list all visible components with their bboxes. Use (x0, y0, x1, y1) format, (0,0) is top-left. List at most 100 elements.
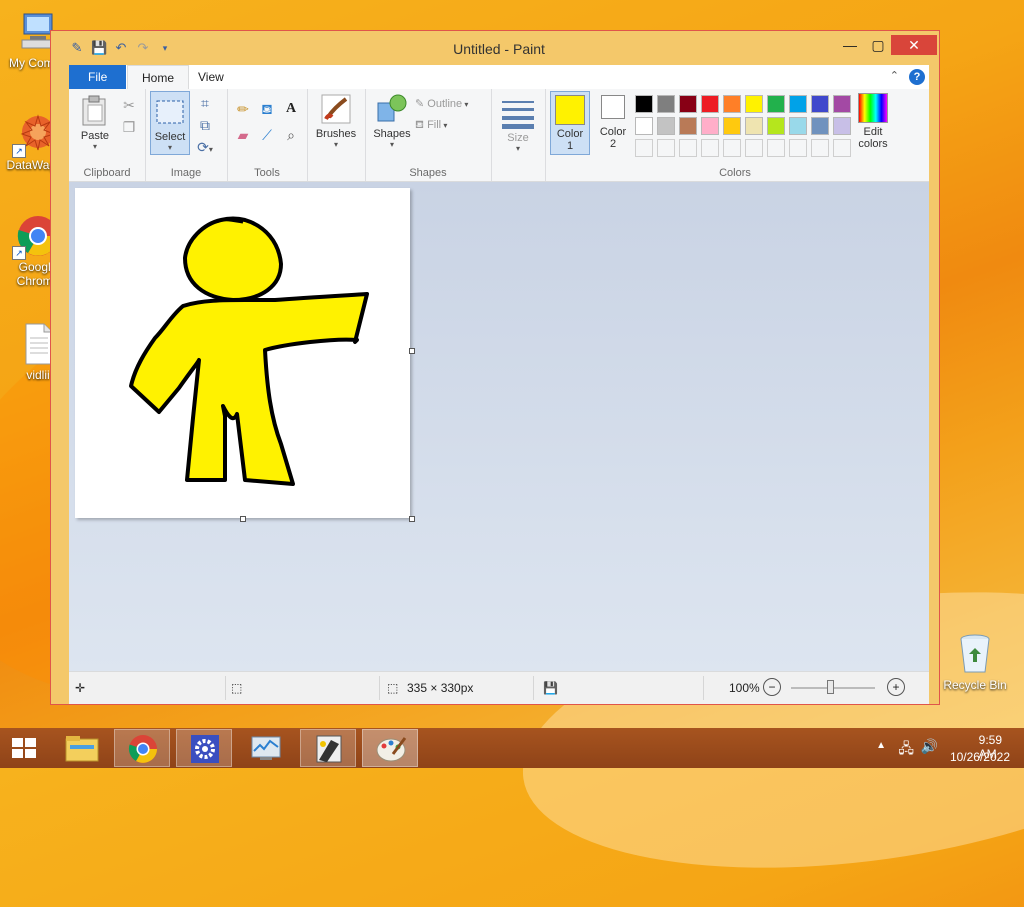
palette-swatch[interactable] (657, 117, 675, 135)
zoom-out-button[interactable]: − (763, 678, 781, 696)
zoom-level: 100% (729, 681, 760, 695)
taskbar-chrome[interactable] (114, 729, 170, 767)
custom-color-slot[interactable] (789, 139, 807, 157)
minimize-button[interactable]: — (835, 35, 865, 55)
canvas-area[interactable] (69, 182, 929, 672)
volume-icon[interactable]: 🔊 (921, 738, 938, 755)
taskbar-media-tool[interactable] (300, 729, 356, 767)
paste-icon (79, 95, 111, 127)
pencil-icon[interactable]: ✏ (235, 101, 251, 117)
tab-file[interactable]: File (69, 65, 127, 89)
palette-swatch[interactable] (833, 95, 851, 113)
title-bar[interactable]: ✎ 💾 ↶ ↷ ▾ Untitled - Paint — ▢ ✕ (69, 31, 937, 67)
help-icon[interactable]: ? (909, 69, 925, 85)
shapes-button[interactable]: Shapes ▾ (369, 93, 415, 149)
cut-icon[interactable]: ✂ (121, 97, 137, 113)
status-bar: ✛ ⬚ ⬚ 335 × 330px 💾 100% − + (69, 671, 929, 704)
drawing-canvas[interactable] (75, 188, 410, 518)
palette-swatch[interactable] (767, 117, 785, 135)
text-tool-icon[interactable]: A (283, 101, 299, 117)
fill-bucket-icon[interactable]: ⛾ (259, 101, 275, 117)
zoom-in-button[interactable]: + (887, 678, 905, 696)
palette-swatch[interactable] (635, 95, 653, 113)
palette-swatch[interactable] (789, 117, 807, 135)
stick-figure-drawing (129, 216, 369, 486)
size-button[interactable]: Size ▾ (499, 97, 537, 153)
crop-icon[interactable]: ⌗ (197, 95, 213, 111)
custom-color-slot[interactable] (657, 139, 675, 157)
network-icon[interactable]: 🖧 (898, 738, 914, 762)
taskbar-settings[interactable] (176, 729, 232, 767)
custom-color-slot[interactable] (833, 139, 851, 157)
taskbar-paint[interactable] (362, 729, 418, 767)
palette-swatch[interactable] (745, 95, 763, 113)
select-button[interactable]: Select ▾ (150, 91, 190, 155)
paste-button[interactable]: Paste ▾ (77, 95, 113, 151)
magnifier-icon[interactable]: ⌕ (283, 127, 299, 143)
resize-handle-bottom[interactable] (240, 516, 246, 522)
palette-swatch[interactable] (657, 95, 675, 113)
ribbon-home: Paste ▾ ✂ ❐ Clipboard Select ▾ ⌗ ⧉ ⟳▾ Im… (69, 89, 929, 182)
outline-dropdown[interactable]: ✎ Outline ▾ (415, 97, 468, 110)
palette-swatch[interactable] (679, 117, 697, 135)
eraser-icon[interactable]: ▰ (235, 127, 251, 143)
paste-dropdown-icon[interactable]: ▾ (77, 142, 113, 151)
start-button[interactable] (0, 729, 48, 767)
color2-button[interactable]: Color 2 (593, 95, 633, 150)
tab-view[interactable]: View (184, 65, 238, 89)
fill-icon: ⛾ (415, 119, 424, 131)
group-label-clipboard: Clipboard (83, 167, 131, 179)
clock-date[interactable]: 10/26/2022 (950, 750, 1010, 764)
custom-color-slot[interactable] (811, 139, 829, 157)
color-picker-icon[interactable]: ⟋ (259, 127, 275, 143)
paint-window: ✎ 💾 ↶ ↷ ▾ Untitled - Paint — ▢ ✕ File Ho… (50, 30, 940, 705)
rotate-icon[interactable]: ⟳▾ (197, 139, 213, 155)
fill-dropdown[interactable]: ⛾ Fill ▾ (415, 119, 447, 133)
shortcut-arrow-icon: ↗ (12, 246, 26, 260)
copy-icon[interactable]: ❐ (121, 119, 137, 135)
maximize-button[interactable]: ▢ (863, 35, 893, 55)
palette-swatch[interactable] (701, 95, 719, 113)
palette-swatch[interactable] (811, 95, 829, 113)
palette-swatch[interactable] (767, 95, 785, 113)
paint-icon (376, 737, 407, 762)
taskbar-file-explorer[interactable] (54, 729, 110, 767)
ribbon-tabs: File Home View ⌃ ? (69, 65, 929, 90)
group-shapes: Shapes ▾ ✎ Outline ▾ ⛾ Fill ▾ Shapes (365, 89, 492, 181)
canvas-size-icon: ⬚ (387, 681, 399, 695)
windows-logo-icon (12, 738, 36, 758)
palette-swatch[interactable] (679, 95, 697, 113)
canvas-size-text: 335 × 330px (407, 681, 474, 695)
palette-swatch[interactable] (789, 95, 807, 113)
close-button[interactable]: ✕ (891, 35, 937, 55)
palette-swatch[interactable] (723, 117, 741, 135)
select-rectangle-icon (154, 96, 186, 128)
show-hidden-icons-icon[interactable]: ▲ (876, 740, 886, 751)
custom-color-slot[interactable] (723, 139, 741, 157)
color1-button[interactable]: Color 1 (550, 91, 590, 155)
custom-color-slot[interactable] (767, 139, 785, 157)
custom-color-slot[interactable] (679, 139, 697, 157)
palette-swatch[interactable] (701, 117, 719, 135)
palette-swatch[interactable] (635, 117, 653, 135)
palette-swatch[interactable] (833, 117, 851, 135)
brushes-button[interactable]: Brushes ▾ (311, 93, 361, 149)
palette-swatch[interactable] (723, 95, 741, 113)
resize-handle-corner[interactable] (409, 516, 415, 522)
resize-handle-right[interactable] (409, 348, 415, 354)
edit-colors-button[interactable]: Edit colors (851, 93, 895, 150)
palette-swatch[interactable] (811, 117, 829, 135)
recycle-bin-icon (953, 632, 997, 676)
minimize-ribbon-icon[interactable]: ⌃ (890, 69, 899, 85)
desktop-icon-recycle-bin[interactable]: Recycle Bin (937, 632, 1013, 692)
custom-color-slot[interactable] (745, 139, 763, 157)
palette-swatch[interactable] (745, 117, 763, 135)
color-spectrum-icon (858, 93, 888, 123)
resize-icon[interactable]: ⧉ (197, 117, 213, 133)
zoom-slider-thumb[interactable] (827, 680, 834, 694)
custom-color-slot[interactable] (701, 139, 719, 157)
cursor-position-icon: ✛ (75, 681, 86, 695)
taskbar-performance-monitor[interactable] (238, 729, 294, 767)
custom-color-slot[interactable] (635, 139, 653, 157)
tab-home[interactable]: Home (127, 65, 190, 90)
